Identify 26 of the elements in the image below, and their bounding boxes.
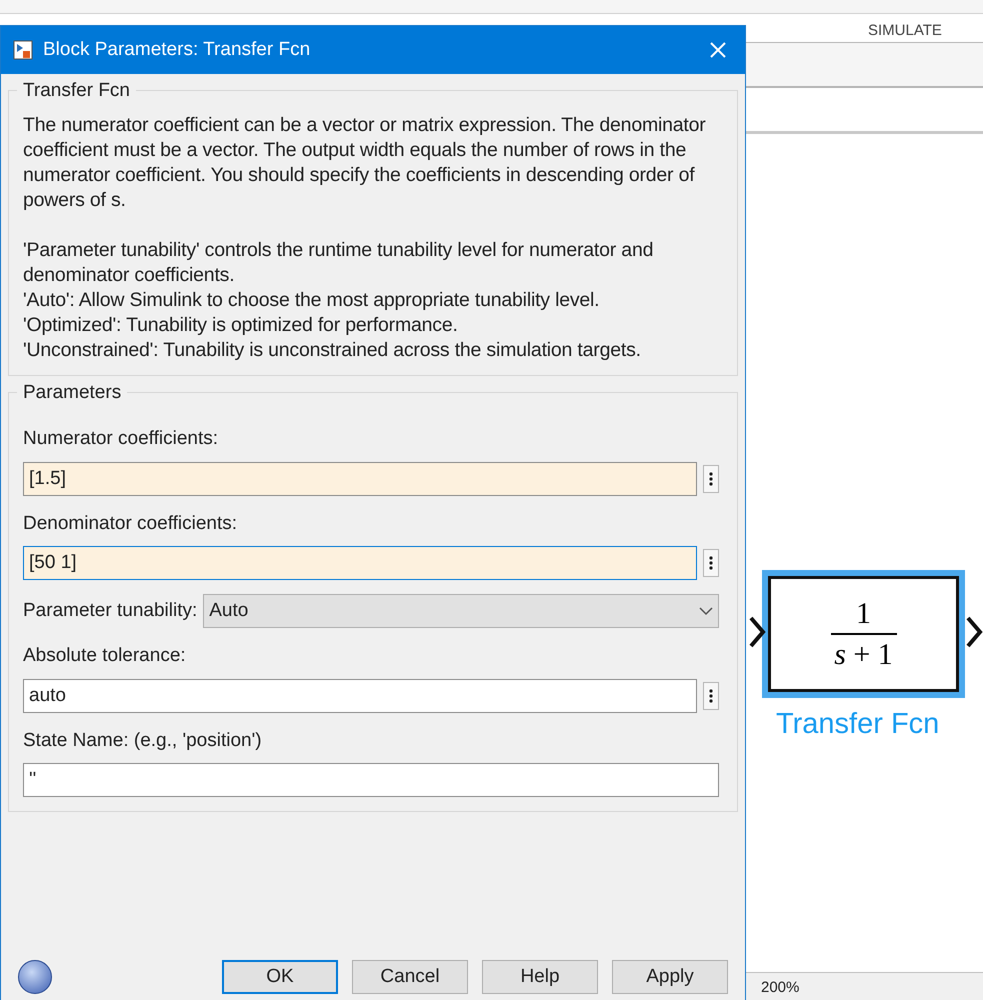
block-label: Transfer Fcn [776,707,940,742]
input-field[interactable]: auto [23,678,697,712]
field-label: Denominator coefficients: [23,512,238,536]
input-field[interactable]: [50 1] [23,546,697,580]
field-label: Parameter tunability: [23,598,198,623]
window-title: Block Parameters: Transfer Fcn [43,38,312,62]
field-label: Absolute tolerance: [23,644,187,668]
zoom-level: 200% [761,979,800,997]
description-text: 'Unconstrained': Tunability is unconstrained across the simulation targets. [23,338,642,363]
description-text: 'Auto': Allow Simulink to choose the most appropriate tunability level. [23,288,600,313]
dialog-button[interactable]: Help [482,960,598,994]
input-field[interactable]: [1.5] [23,462,697,496]
ribbon-tab[interactable]: SIMULATE [868,20,942,42]
field-label: State Name: (e.g., 'position') [23,728,263,752]
formula-numerator: 1 [855,597,872,630]
formula-denominator: s + 1 [833,638,894,671]
field-label: Numerator coefficients: [23,427,220,451]
input-field[interactable]: '' [23,763,719,797]
description-text: The numerator coefficient can be a vector or matrix expression. The denominator coefficient must be a vector. The output width equals the number of rows in the numerator coefficient. You should specify the coefficients in descending order of powers of s. [23,113,707,213]
description-text: 'Parameter tunability' controls the runtime tunability level for numerator and denominator coefficients. [23,238,654,288]
dialog-button[interactable]: Cancel [352,960,468,994]
transfer-function-block[interactable]: 1 s + 1 [768,576,959,692]
dialog-button[interactable]: OK [222,960,338,994]
dropdown[interactable]: Auto [203,594,719,628]
dialog-button[interactable]: Apply [612,960,728,994]
description-text: 'Optimized': Tunability is optimized for performance. [23,313,459,338]
